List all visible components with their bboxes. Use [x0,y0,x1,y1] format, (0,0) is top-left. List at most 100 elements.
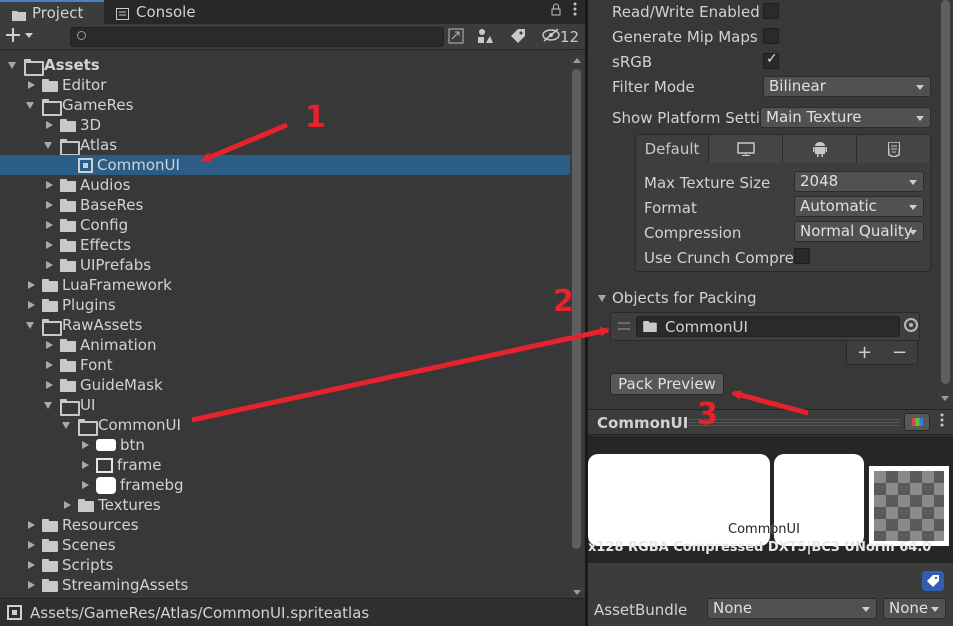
filter-by-label-icon[interactable] [510,28,526,48]
chevron-right-icon[interactable] [26,580,36,590]
tab-platform-standalone[interactable] [709,135,783,163]
chevron-right-icon[interactable] [44,340,54,350]
tree-item[interactable]: Config [0,215,570,235]
chevron-right-icon[interactable] [80,460,90,470]
asset-bundle-name-dropdown[interactable]: None [707,598,877,619]
drag-handle-icon[interactable] [618,322,630,330]
tree-item[interactable]: Scenes [0,535,570,555]
tab-platform-webgl[interactable] [857,135,930,163]
tree-item[interactable]: Font [0,355,570,375]
packing-object-field[interactable]: CommonUI [636,316,900,337]
tab-platform-android[interactable] [783,135,857,163]
chevron-right-icon[interactable] [26,300,36,310]
tree-item-label: CommonUI [97,156,180,174]
asset-bundle-variant-dropdown[interactable]: None [883,598,946,619]
tree-item[interactable]: 3D [0,115,570,135]
srgb-checkbox[interactable] [763,51,779,69]
chevron-right-icon[interactable] [44,200,54,210]
show-platform-dropdown[interactable]: Main Texture [760,107,931,128]
chevron-down-icon[interactable] [62,420,72,430]
tree-item[interactable]: GameRes [0,95,570,116]
chevron-right-icon[interactable] [44,360,54,370]
lock-icon[interactable] [551,2,561,20]
tab-console[interactable]: Console [104,0,214,24]
format-value: Automatic [800,197,877,215]
kebab-menu-icon[interactable] [940,413,944,431]
scroll-down-icon[interactable] [941,396,949,401]
chevron-right-icon[interactable] [44,120,54,130]
chevron-right-icon[interactable] [26,280,36,290]
platform-tabs: Default [636,135,930,163]
tree-item[interactable]: Assets [0,55,570,76]
chevron-right-icon[interactable] [80,440,90,450]
tree-item[interactable]: btn [0,435,570,455]
tab-project[interactable]: Project [0,0,104,24]
tree-item[interactable]: UIPrefabs [0,255,570,275]
tree-item[interactable]: CommonUI [0,155,570,175]
tree-item[interactable]: UI [0,395,570,416]
inspector-scrollbar[interactable] [938,0,953,405]
chevron-right-icon[interactable] [44,220,54,230]
read-write-checkbox[interactable] [763,3,779,19]
chevron-down-icon[interactable] [44,400,54,410]
filter-mode-dropdown[interactable]: Bilinear [763,76,931,97]
chevron-down-icon[interactable] [26,100,36,110]
tab-platform-default[interactable]: Default [636,135,709,163]
folder-icon [60,358,76,372]
preview-resize-grip[interactable] [688,419,900,426]
tree-item[interactable]: BaseRes [0,195,570,215]
chevron-right-icon[interactable] [26,560,36,570]
chevron-right-icon[interactable] [44,260,54,270]
status-bar: Assets/GameRes/Atlas/CommonUI.spriteatla… [0,598,585,626]
hidden-packages-toggle[interactable]: 12 [542,28,579,46]
chevron-down-icon[interactable] [44,140,54,150]
tree-item[interactable]: Effects [0,235,570,255]
tree-item[interactable]: CommonUI [0,415,570,436]
scrollbar-thumb[interactable] [941,0,950,384]
chevron-down-icon[interactable] [8,60,18,70]
tag-icon[interactable] [922,571,944,591]
pack-preview-button[interactable]: Pack Preview [610,373,724,395]
compression-dropdown[interactable]: Normal Quality [794,221,924,242]
max-size-dropdown[interactable]: 2048 [794,171,924,192]
chevron-right-icon[interactable] [44,380,54,390]
tree-item[interactable]: Editor [0,75,570,95]
tree-item[interactable]: framebg [0,475,570,495]
chevron-right-icon[interactable] [26,520,36,530]
chevron-right-icon[interactable] [44,180,54,190]
tree-item[interactable]: Animation [0,335,570,355]
chevron-right-icon[interactable] [26,540,36,550]
tree-item[interactable]: Resources [0,515,570,535]
tree-item[interactable]: Textures [0,495,570,515]
chevron-down-icon[interactable] [26,320,36,330]
scroll-down-icon[interactable] [573,590,581,595]
chevron-right-icon[interactable] [26,80,36,90]
tree-item[interactable]: Audios [0,175,570,195]
create-dropdown-button[interactable] [6,27,34,47]
add-item-button[interactable]: + [857,342,872,363]
tree-item[interactable]: RawAssets [0,315,570,336]
remove-item-button[interactable]: − [892,342,907,363]
scroll-up-icon[interactable] [573,58,581,63]
objects-for-packing-header[interactable]: Objects for Packing [598,289,757,307]
kebab-menu-icon[interactable] [573,2,577,20]
tree-item[interactable]: StreamingAssets [0,575,570,595]
tree-item[interactable]: Plugins [0,295,570,315]
tree-item[interactable]: Atlas [0,135,570,156]
crunch-checkbox[interactable] [794,248,810,264]
rgb-channel-icon[interactable] [904,413,930,431]
chevron-right-icon[interactable] [44,240,54,250]
search-input[interactable] [70,27,444,47]
generate-mip-checkbox[interactable] [763,28,779,44]
tree-item[interactable]: frame [0,455,570,475]
tree-item[interactable]: LuaFramework [0,275,570,295]
object-picker-icon[interactable] [904,318,918,332]
tree-item[interactable]: Scripts [0,555,570,575]
filter-by-type-icon[interactable] [477,28,493,48]
chevron-right-icon[interactable] [62,500,72,510]
tree-scrollbar[interactable] [570,55,584,598]
format-dropdown[interactable]: Automatic [794,196,924,217]
search-by-type-icon[interactable] [448,28,464,48]
tree-item[interactable]: GuideMask [0,375,570,395]
chevron-right-icon[interactable] [80,480,90,490]
